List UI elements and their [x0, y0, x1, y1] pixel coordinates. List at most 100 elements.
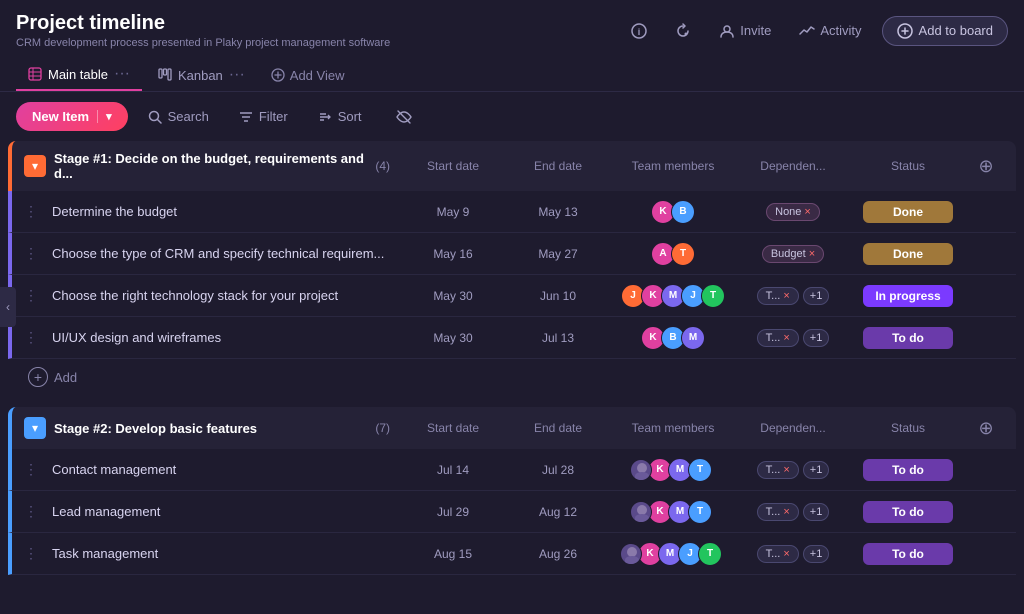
add-row-1[interactable]: + Add: [8, 359, 1016, 395]
status-badge[interactable]: To do: [863, 327, 953, 349]
task-team: K B M: [608, 326, 738, 350]
status-badge[interactable]: Done: [863, 243, 953, 265]
dep-tag[interactable]: T... ×: [757, 503, 799, 521]
task-end-date: Aug 12: [508, 505, 608, 519]
search-label: Search: [168, 109, 209, 124]
drag-handle[interactable]: ⋮: [24, 329, 44, 346]
user-icon: [719, 23, 735, 39]
drag-handle[interactable]: ⋮: [24, 245, 44, 262]
add-to-board-label: Add to board: [919, 23, 993, 38]
drag-handle[interactable]: ⋮: [24, 503, 44, 520]
activity-icon: [799, 23, 815, 39]
avatar-photo: [630, 501, 652, 523]
task-end-date: Jul 13: [508, 331, 608, 345]
stage-1-header[interactable]: ▾ Stage #1: Decide on the budget, requir…: [8, 141, 1016, 191]
task-dep: T... × +1: [738, 503, 848, 521]
col-dep-1: Dependen...: [738, 159, 848, 173]
sort-button[interactable]: Sort: [308, 103, 372, 130]
filter-icon: [239, 110, 253, 124]
drag-handle[interactable]: ⋮: [24, 545, 44, 562]
page-title: Project timeline: [16, 12, 390, 35]
new-item-button[interactable]: New Item ▾: [16, 102, 128, 131]
task-start-date: May 30: [398, 289, 508, 303]
page-subtitle: CRM development process presented in Pla…: [16, 37, 390, 49]
task-name: Determine the budget: [52, 204, 398, 219]
task-row: ⋮ Task management Aug 15 Aug 26 K M J T …: [8, 533, 1016, 575]
dep-tag[interactable]: T... ×: [757, 287, 799, 305]
col-add-2[interactable]: ⊕: [968, 418, 1004, 439]
plus-circle-icon: [897, 23, 913, 39]
stage-1-col-headers: Start date End date Team members Depende…: [398, 156, 1004, 177]
task-row: ⋮ Determine the budget May 9 May 13 K B …: [8, 191, 1016, 233]
status-badge[interactable]: To do: [863, 543, 953, 565]
dep-plus[interactable]: +1: [803, 329, 830, 347]
task-row: ⋮ Lead management Jul 29 Aug 12 K M T T.…: [8, 491, 1016, 533]
add-view-label: Add View: [290, 68, 345, 83]
add-view-icon: [271, 68, 285, 82]
refresh-button[interactable]: [667, 19, 699, 43]
tab-main-table[interactable]: Main table ···: [16, 59, 142, 91]
status-badge[interactable]: Done: [863, 201, 953, 223]
task-end-date: May 13: [508, 205, 608, 219]
search-button[interactable]: Search: [138, 103, 219, 130]
col-team-1: Team members: [608, 159, 738, 173]
stage-1-section: ▾ Stage #1: Decide on the budget, requir…: [8, 141, 1016, 395]
task-name: UI/UX design and wireframes: [52, 330, 398, 345]
drag-handle[interactable]: ⋮: [24, 287, 44, 304]
task-start-date: May 9: [398, 205, 508, 219]
status-badge[interactable]: To do: [863, 501, 953, 523]
header-actions: i Invite Acti: [623, 16, 1008, 46]
stage-1-chevron[interactable]: ▾: [24, 155, 46, 177]
task-start-date: Aug 15: [398, 547, 508, 561]
task-team: J K M J T: [608, 284, 738, 308]
hide-button[interactable]: [386, 104, 422, 130]
left-collapse-arrow[interactable]: ‹: [0, 287, 16, 327]
stage-2-chevron[interactable]: ▾: [24, 417, 46, 439]
avatar-photo: [620, 543, 642, 565]
col-status-1: Status: [848, 159, 968, 173]
stage-2-header[interactable]: ▾ Stage #2: Develop basic features (7) S…: [8, 407, 1016, 449]
task-start-date: May 30: [398, 331, 508, 345]
drag-handle[interactable]: ⋮: [24, 203, 44, 220]
task-row: ⋮ UI/UX design and wireframes May 30 Jul…: [8, 317, 1016, 359]
task-dep: T... × +1: [738, 287, 848, 305]
invite-button[interactable]: Invite: [711, 19, 779, 43]
status-badge[interactable]: In progress: [863, 285, 953, 307]
task-name: Task management: [52, 546, 398, 561]
add-view-button[interactable]: Add View: [261, 62, 355, 89]
stage-1-count: (4): [375, 159, 390, 173]
drag-handle[interactable]: ⋮: [24, 461, 44, 478]
add-row-icon: +: [28, 367, 48, 387]
add-to-board-button[interactable]: Add to board: [882, 16, 1008, 46]
task-name: Contact management: [52, 462, 398, 477]
task-end-date: Aug 26: [508, 547, 608, 561]
task-name: Choose the right technology stack for yo…: [52, 288, 398, 303]
col-end-date-1: End date: [508, 159, 608, 173]
dep-plus[interactable]: +1: [803, 545, 830, 563]
dep-plus[interactable]: +1: [803, 503, 830, 521]
sort-icon: [318, 110, 332, 124]
task-status: To do: [848, 327, 968, 349]
new-item-chevron[interactable]: ▾: [97, 110, 112, 123]
stage-2-title: Stage #2: Develop basic features: [54, 421, 367, 436]
svg-text:i: i: [638, 27, 641, 37]
dep-tag[interactable]: T... ×: [757, 329, 799, 347]
col-add-1[interactable]: ⊕: [968, 156, 1004, 177]
dep-tag[interactable]: T... ×: [757, 545, 799, 563]
activity-button[interactable]: Activity: [791, 19, 869, 43]
dep-plus[interactable]: +1: [803, 287, 830, 305]
task-name: Lead management: [52, 504, 398, 519]
filter-button[interactable]: Filter: [229, 103, 298, 130]
dep-plus[interactable]: +1: [803, 461, 830, 479]
task-row: ⋮ Choose the right technology stack for …: [8, 275, 1016, 317]
info-button[interactable]: i: [623, 19, 655, 43]
tab-kanban[interactable]: Kanban ···: [146, 60, 257, 90]
dep-tag[interactable]: None ×: [766, 203, 820, 221]
dep-tag[interactable]: Budget ×: [762, 245, 824, 263]
invite-label: Invite: [740, 23, 771, 38]
tab-kanban-dots[interactable]: ···: [229, 66, 245, 84]
status-badge[interactable]: To do: [863, 459, 953, 481]
dep-tag[interactable]: T... ×: [757, 461, 799, 479]
task-dep: T... × +1: [738, 461, 848, 479]
tab-main-table-dots[interactable]: ···: [114, 65, 130, 83]
